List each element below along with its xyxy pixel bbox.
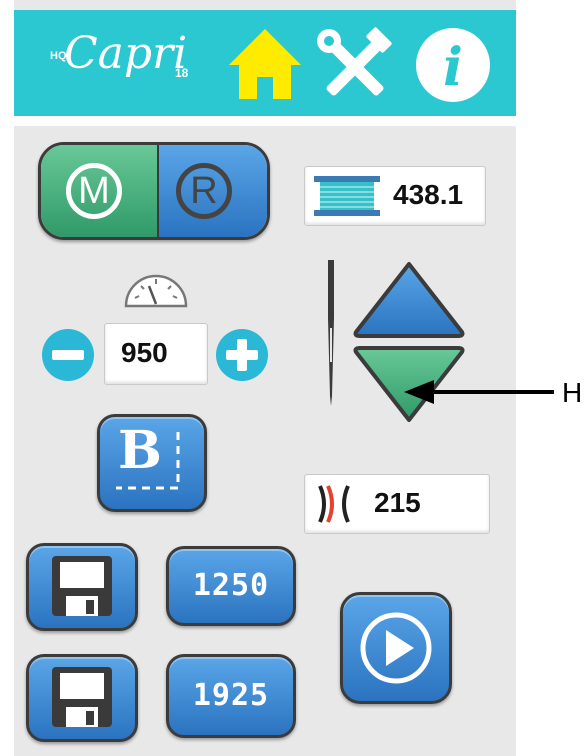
annotation-arrow <box>404 380 554 404</box>
annotation-label: H <box>562 377 583 408</box>
svg-text:i: i <box>443 37 463 98</box>
home-icon[interactable] <box>225 25 305 103</box>
speed-value: 950 <box>121 337 168 368</box>
basting-outline <box>116 432 180 490</box>
logo-suffix: 18 <box>175 66 189 80</box>
thread-spool-icon <box>314 176 380 216</box>
stitch-counter-value: 215 <box>374 487 421 518</box>
speedometer-icon <box>124 274 188 308</box>
speed-decrease-button[interactable] <box>40 327 96 383</box>
mode-r-label: R <box>176 163 232 219</box>
preset-1250-button[interactable]: 1250 <box>166 546 296 626</box>
floppy-disk-icon <box>52 556 112 616</box>
header-separator <box>14 116 516 126</box>
mode-m-label: M <box>66 163 122 219</box>
info-icon[interactable]: i <box>412 25 494 105</box>
play-icon <box>360 612 432 684</box>
stitch-icon <box>318 485 350 523</box>
speed-increase-button[interactable] <box>214 327 270 383</box>
logo: Capri <box>64 28 188 79</box>
needle-up-button[interactable] <box>350 258 468 340</box>
tools-icon[interactable] <box>315 27 395 103</box>
thread-counter-value: 438.1 <box>393 179 464 210</box>
needle-icon <box>328 260 334 406</box>
floppy-disk-icon <box>52 667 112 727</box>
preset-1925-button[interactable]: 1925 <box>166 654 296 738</box>
